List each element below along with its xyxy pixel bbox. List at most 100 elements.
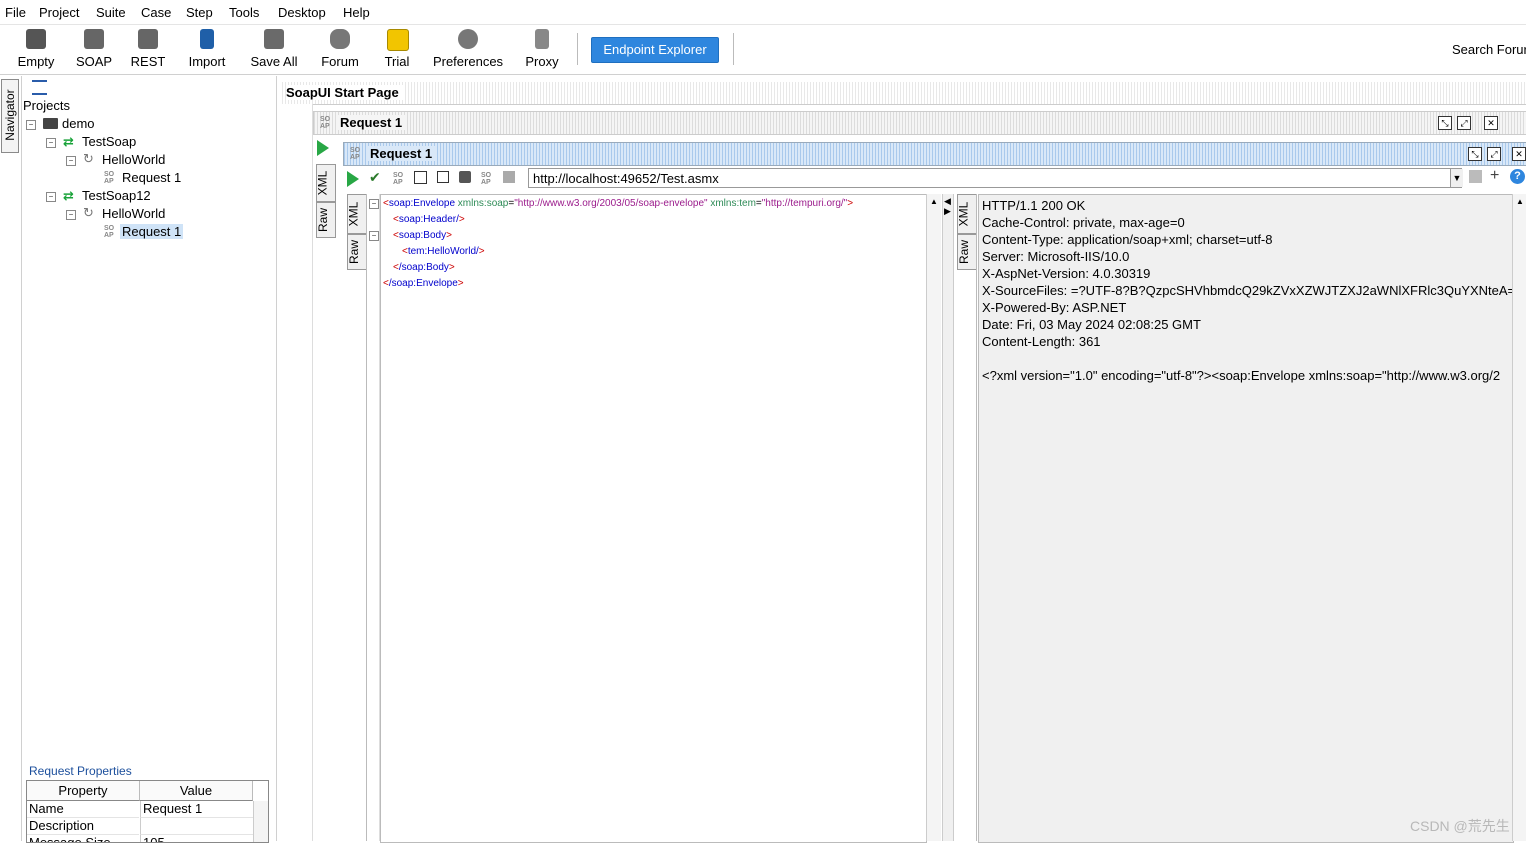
- run-icon[interactable]: [317, 140, 329, 156]
- request-1-selected[interactable]: Request 1: [120, 224, 184, 239]
- url-dropdown-icon[interactable]: ▼: [1450, 169, 1463, 187]
- request-editor-titlebar: SO AP Request 1 ⤡ ⤢ ✕: [343, 142, 1526, 166]
- menu-tools[interactable]: Tools: [229, 5, 259, 20]
- rest-project-icon: [138, 29, 158, 49]
- property-value-cell[interactable]: Request 1: [140, 801, 253, 818]
- response-raw-viewer[interactable]: HTTP/1.1 200 OK Cache-Control: private, …: [978, 194, 1526, 843]
- save-all-label: Save All: [250, 54, 298, 69]
- request-scrollbar[interactable]: ▲: [926, 194, 941, 841]
- value-column-header[interactable]: Value: [140, 781, 253, 801]
- properties-scrollbar[interactable]: [253, 801, 268, 842]
- rest-button[interactable]: REST: [128, 25, 168, 73]
- request-1[interactable]: Request 1: [122, 170, 181, 185]
- check-icon[interactable]: ✔: [369, 169, 381, 186]
- help-icon[interactable]: ?: [1510, 169, 1525, 184]
- xml-line: <soap:Header/>: [393, 214, 465, 225]
- project-icon: ⇄: [63, 134, 74, 149]
- response-line: Date: Fri, 03 May 2024 02:08:25 GMT: [982, 317, 1201, 332]
- response-scrollbar[interactable]: ▲: [1512, 194, 1526, 841]
- start-page-title: SoapUI Start Page: [286, 85, 403, 100]
- request-xml-editor[interactable]: <soap:Envelope xmlns:soap="http://www.w3…: [380, 194, 927, 843]
- editor-divider: [976, 194, 977, 841]
- property-value-cell[interactable]: [140, 818, 253, 835]
- tab-raw-request[interactable]: Raw: [347, 234, 367, 270]
- response-line: Cache-Control: private, max-age=0: [982, 215, 1185, 230]
- endpoint-explorer-button[interactable]: Endpoint Explorer: [591, 37, 719, 63]
- restore-icon[interactable]: ⤡: [1468, 147, 1482, 161]
- restore-icon[interactable]: ⤡: [1438, 116, 1452, 130]
- close-icon[interactable]: ✕: [1484, 116, 1498, 130]
- import-button[interactable]: Import: [183, 25, 231, 73]
- stop-icon[interactable]: [503, 171, 515, 183]
- tab-raw-response[interactable]: Raw: [957, 234, 977, 270]
- soap-request-icon: SO AP: [320, 116, 331, 130]
- add-icon[interactable]: +: [1490, 167, 1499, 185]
- scroll-up-icon[interactable]: ▲: [930, 197, 938, 206]
- tab-xml-response[interactable]: XML: [956, 194, 977, 234]
- collapse-icon[interactable]: −: [66, 156, 76, 166]
- stop-outline-icon[interactable]: [437, 171, 449, 183]
- menu-help[interactable]: Help: [343, 5, 370, 20]
- raw-tab-label: Raw: [316, 207, 331, 233]
- preferences-button[interactable]: Preferences: [430, 25, 506, 73]
- soap-action-icon[interactable]: SO AP: [393, 172, 407, 186]
- search-forum-label[interactable]: Search Forur: [1452, 42, 1526, 57]
- scroll-up-icon[interactable]: ▲: [1516, 197, 1524, 206]
- maximize-icon[interactable]: ⤢: [1487, 147, 1501, 161]
- navigator-tab[interactable]: Navigator: [1, 79, 19, 153]
- tab-raw-outer[interactable]: Raw: [316, 202, 336, 238]
- xml-line: </soap:Body>: [393, 262, 455, 273]
- workspace-demo[interactable]: demo: [62, 116, 95, 131]
- collapse-icon[interactable]: −: [46, 138, 56, 148]
- edit-endpoint-icon[interactable]: [1469, 170, 1482, 183]
- fold-icon[interactable]: −: [369, 199, 379, 209]
- property-name-cell: Name: [27, 801, 139, 818]
- proxy-button[interactable]: Proxy: [522, 25, 562, 73]
- close-icon[interactable]: ✕: [1512, 147, 1526, 161]
- property-value-cell[interactable]: 105: [140, 835, 253, 842]
- menu-step[interactable]: Step: [186, 5, 213, 20]
- menu-case[interactable]: Case: [141, 5, 171, 20]
- menu-project[interactable]: Project: [39, 5, 79, 20]
- save-all-icon: [264, 29, 284, 49]
- interface-icon: ↻: [83, 151, 94, 166]
- empty-button[interactable]: Empty: [14, 25, 58, 73]
- menu-bar: File Project Suite Case Step Tools Deskt…: [0, 0, 1526, 25]
- menu-file[interactable]: File: [5, 5, 26, 20]
- xml-tag: soap:Body: [398, 230, 447, 241]
- soap-button[interactable]: SOAP: [74, 25, 114, 73]
- xml-line: <soap:Body>: [393, 230, 452, 241]
- trial-button[interactable]: Trial: [380, 25, 414, 73]
- rest-label: REST: [130, 54, 166, 69]
- interface-helloworld[interactable]: HelloWorld: [102, 152, 165, 167]
- tab-xml-outer[interactable]: XML: [315, 164, 336, 202]
- selected-request-label: Request 1: [120, 224, 184, 239]
- start-page-tab[interactable]: SoapUI Start Page: [282, 82, 1526, 105]
- collapse-right-icon[interactable]: ▶: [944, 206, 951, 217]
- soap-icon[interactable]: SO AP: [481, 172, 495, 186]
- splitter-handle[interactable]: ◀ ▶: [942, 194, 954, 841]
- project-icon: ⇄: [63, 188, 74, 203]
- tab-xml-request[interactable]: XML: [346, 194, 367, 234]
- property-column-header[interactable]: Property: [27, 781, 140, 801]
- collapse-icon[interactable]: −: [66, 210, 76, 220]
- endpoint-url-input[interactable]: http://localhost:49652/Test.asmx: [528, 168, 1462, 188]
- menu-desktop[interactable]: Desktop: [278, 5, 326, 20]
- format-icon[interactable]: [414, 171, 427, 184]
- save-all-button[interactable]: Save All: [248, 25, 300, 73]
- collapse-icon[interactable]: −: [46, 192, 56, 202]
- person-icon[interactable]: [459, 171, 471, 183]
- menu-suite[interactable]: Suite: [96, 5, 126, 20]
- forum-button[interactable]: Forum: [318, 25, 362, 73]
- project-testsoap12[interactable]: TestSoap12: [82, 188, 151, 203]
- fold-icon[interactable]: −: [369, 231, 379, 241]
- list-view-icon[interactable]: [32, 80, 47, 95]
- empty-label: Empty: [17, 54, 55, 69]
- interface-helloworld[interactable]: HelloWorld: [102, 206, 165, 221]
- submit-request-icon[interactable]: [347, 171, 359, 187]
- collapse-icon[interactable]: −: [26, 120, 36, 130]
- toolbar-divider: [577, 33, 578, 65]
- project-testsoap[interactable]: TestSoap: [82, 134, 136, 149]
- xml-tab-label: XML: [315, 170, 330, 196]
- maximize-icon[interactable]: ⤢: [1457, 116, 1471, 130]
